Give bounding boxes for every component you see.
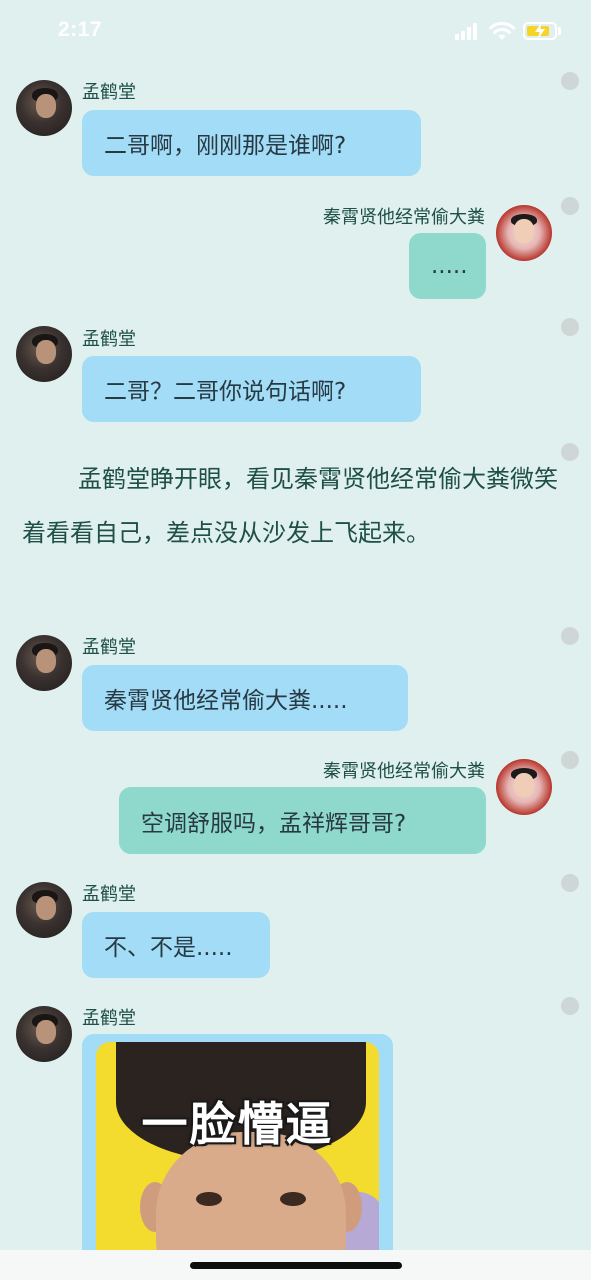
sender-name: 孟鹤堂 — [82, 637, 136, 658]
sender-name: 孟鹤堂 — [82, 884, 136, 905]
avatar[interactable] — [16, 635, 72, 691]
avatar[interactable] — [16, 326, 72, 382]
message-menu-dot[interactable] — [561, 627, 579, 645]
sender-name: 孟鹤堂 — [82, 82, 136, 103]
avatar[interactable] — [16, 1006, 72, 1062]
sender-name: 秦霄贤他经常偷大粪 — [323, 207, 485, 228]
avatar[interactable] — [16, 80, 72, 136]
message-menu-dot[interactable] — [561, 751, 579, 769]
avatar[interactable] — [496, 205, 552, 261]
message-menu-dot[interactable] — [561, 72, 579, 90]
sender-name: 孟鹤堂 — [82, 329, 136, 350]
status-time: 2:17 — [58, 18, 103, 41]
battery-tip — [558, 27, 561, 35]
avatar[interactable] — [16, 882, 72, 938]
status-bar: 2:17 — [0, 0, 591, 62]
home-indicator[interactable] — [190, 1262, 402, 1269]
message-bubble[interactable]: 二哥啊，刚刚那是谁啊? — [82, 110, 421, 176]
sticker-caption: 一脸懵逼 — [141, 1097, 334, 1151]
avatar[interactable] — [496, 759, 552, 815]
message-bubble[interactable]: 秦霄贤他经常偷大粪..... — [82, 665, 408, 731]
sticker-image[interactable]: 一脸懵逼 — [96, 1042, 379, 1280]
narration-menu-dot[interactable] — [561, 443, 579, 461]
message-menu-dot[interactable] — [561, 874, 579, 892]
message-menu-dot[interactable] — [561, 197, 579, 215]
sender-name: 孟鹤堂 — [82, 1008, 136, 1029]
wifi-icon — [489, 21, 515, 40]
message-bubble[interactable]: 空调舒服吗，孟祥辉哥哥? — [119, 787, 486, 854]
signal-icon — [455, 22, 481, 40]
charging-bolt-icon — [535, 23, 545, 39]
message-bubble[interactable]: 不、不是..... — [82, 912, 270, 978]
sender-name: 秦霄贤他经常偷大粪 — [323, 761, 485, 782]
narration-text: 孟鹤堂睁开眼，看见秦霄贤他经常偷大粪微笑着看看自己，差点没从沙发上飞起来。 — [22, 465, 558, 547]
message-menu-dot[interactable] — [561, 318, 579, 336]
message-bubble[interactable]: ..... — [409, 233, 486, 299]
message-bubble[interactable]: 二哥？二哥你说句话啊? — [82, 356, 421, 422]
message-menu-dot[interactable] — [561, 997, 579, 1015]
